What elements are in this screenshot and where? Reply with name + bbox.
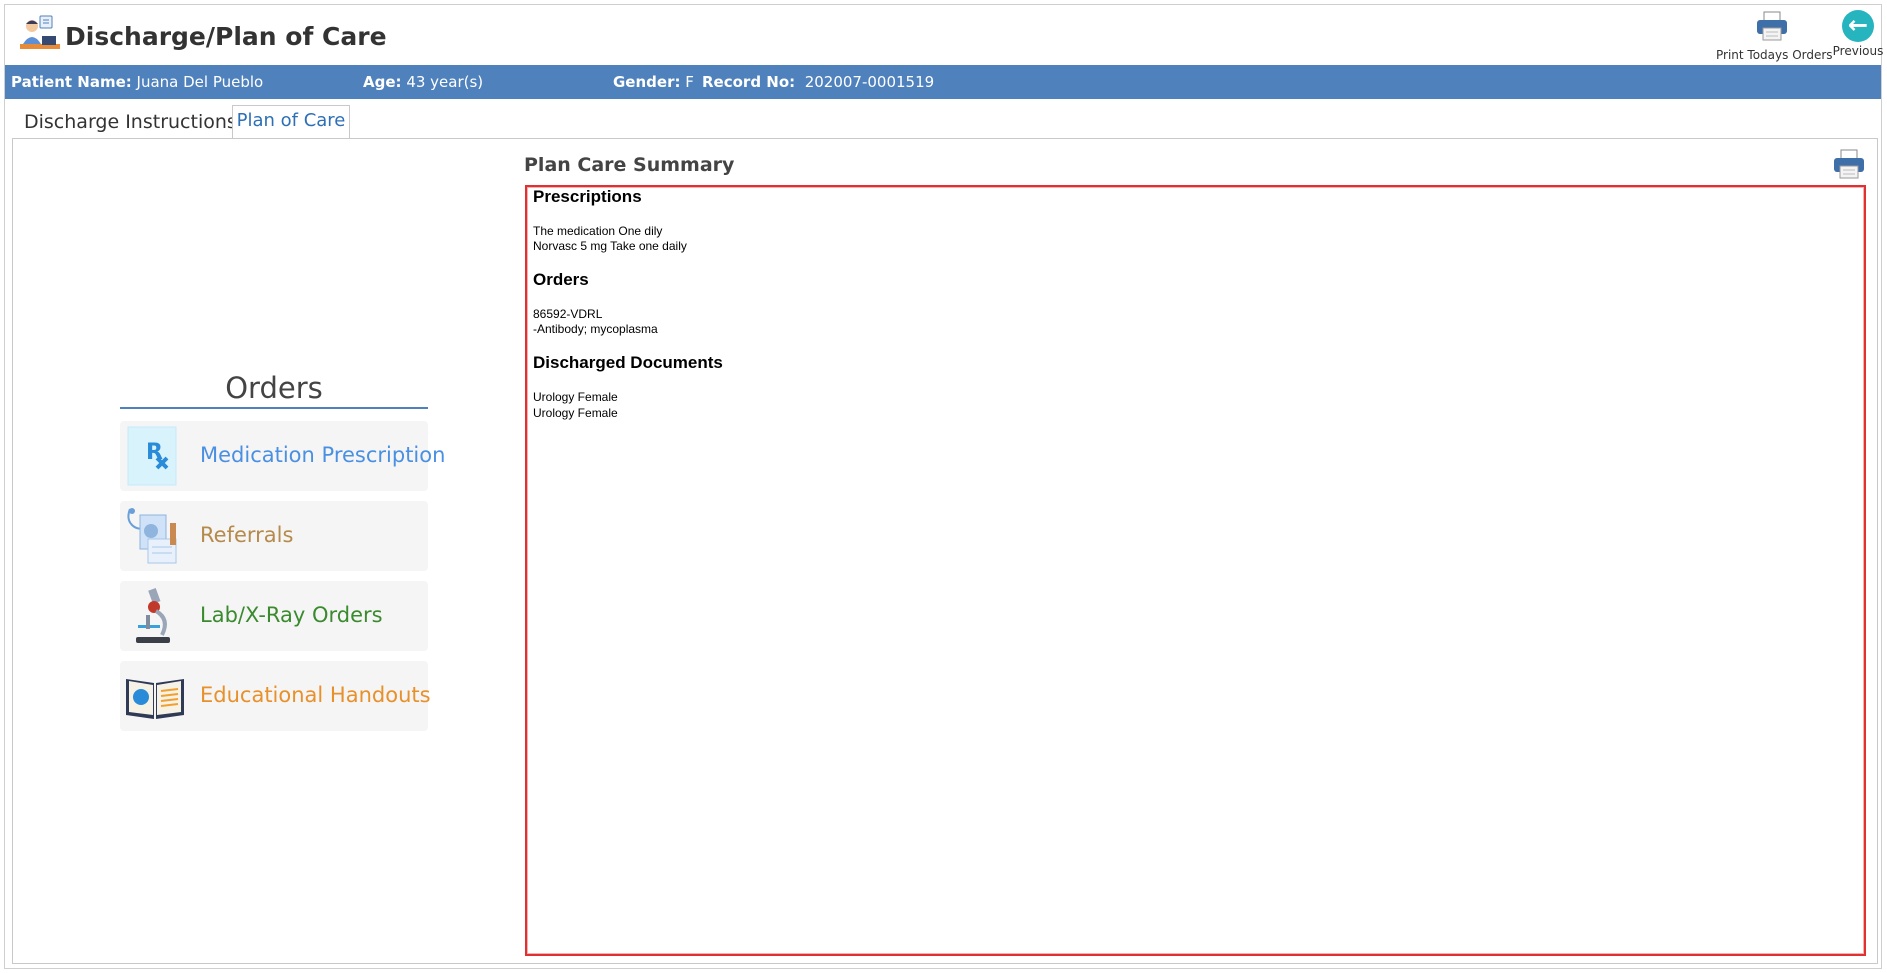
educational-handouts-button[interactable]: Educational Handouts	[120, 661, 431, 731]
arrow-left-icon: ←	[1842, 10, 1874, 42]
nurse-at-desk-icon	[20, 15, 60, 49]
app-header: Discharge/Plan of Care Print Todays Orde…	[4, 4, 1884, 64]
patient-record-value: 202007-0001519	[804, 73, 935, 91]
patient-record: Record No: 202007-0001519	[702, 73, 934, 91]
plan-care-summary-title: Plan Care Summary	[524, 154, 735, 176]
referrals-label: Referrals	[200, 523, 294, 547]
referrals-icon	[127, 508, 177, 564]
patient-name-label: Patient Name:	[11, 73, 132, 91]
document-line: Urology Female	[533, 390, 618, 404]
patient-name-value: Juana Del Pueblo	[136, 73, 264, 91]
patient-gender: Gender: F	[613, 73, 694, 91]
print-todays-orders-button[interactable]: Print Todays Orders	[1716, 10, 1833, 62]
lab-xray-orders-label: Lab/X-Ray Orders	[200, 603, 383, 627]
orders-section-heading: Orders	[533, 270, 589, 289]
prescription-icon: R	[127, 426, 177, 486]
print-summary-icon[interactable]	[1832, 148, 1866, 182]
printer-icon	[1757, 11, 1787, 41]
document-line: Urology Female	[533, 406, 618, 420]
book-icon	[126, 679, 184, 719]
prescription-line: The medication One dily	[533, 224, 663, 238]
microscope-icon	[136, 587, 170, 643]
print-todays-orders-label: Print Todays Orders	[1716, 48, 1833, 62]
educational-handouts-label: Educational Handouts	[200, 683, 431, 707]
previous-button[interactable]: ← Previous	[1832, 10, 1884, 58]
lab-xray-orders-button[interactable]: Lab/X-Ray Orders	[120, 581, 428, 651]
order-line: 86592-VDRL	[533, 307, 603, 321]
prescription-line: Norvasc 5 mg Take one daily	[533, 239, 687, 253]
patient-gender-value: F	[685, 73, 694, 91]
patient-age: Age: 43 year(s)	[363, 73, 483, 91]
patient-name: Patient Name: Juana Del Pueblo	[11, 73, 263, 91]
page-title: Discharge/Plan of Care	[65, 22, 387, 51]
orders-divider	[120, 407, 428, 409]
patient-info-bar: Patient Name: Juana Del Pueblo Age: 43 y…	[5, 65, 1881, 99]
plan-care-summary-box: Prescriptions The medication One dily No…	[525, 185, 1866, 956]
tab-plan-of-care[interactable]: Plan of Care	[232, 105, 350, 139]
patient-age-label: Age:	[363, 73, 402, 91]
patient-record-label: Record No:	[702, 73, 796, 91]
patient-age-value: 43 year(s)	[406, 73, 484, 91]
tab-discharge-instructions[interactable]: Discharge Instructions	[16, 105, 237, 139]
medication-prescription-label: Medication Prescription	[200, 443, 446, 467]
prescriptions-heading: Prescriptions	[533, 187, 642, 206]
referrals-button[interactable]: Referrals	[120, 501, 428, 571]
order-line: -Antibody; mycoplasma	[533, 322, 658, 336]
discharged-documents-heading: Discharged Documents	[533, 353, 723, 372]
patient-gender-label: Gender:	[613, 73, 681, 91]
orders-heading: Orders	[225, 371, 323, 405]
previous-label: Previous	[1832, 44, 1884, 58]
medication-prescription-button[interactable]: R Medication Prescription	[120, 421, 445, 491]
